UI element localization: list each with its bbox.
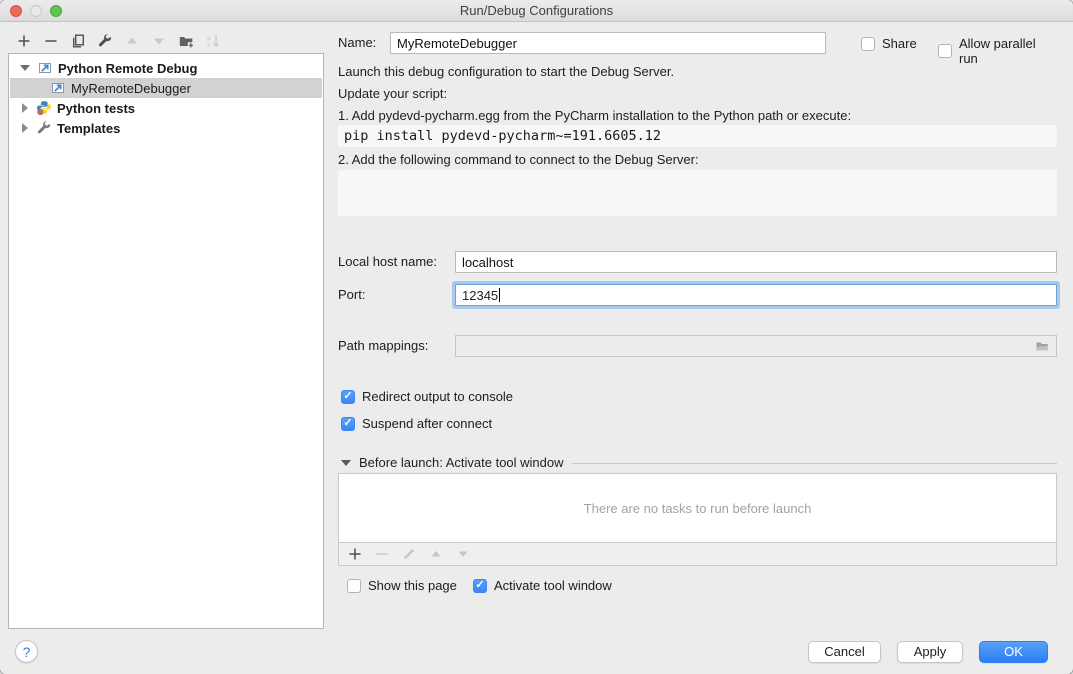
python-tests-icon — [36, 100, 52, 116]
path-mappings-input[interactable] — [455, 335, 1057, 357]
remote-debug-icon — [37, 60, 53, 76]
apply-button[interactable]: Apply — [897, 641, 963, 663]
activate-tool-window-checkbox[interactable] — [473, 579, 487, 593]
allow-parallel-checkbox-group[interactable]: Allow parallel run — [938, 36, 1057, 66]
name-label: Name: — [338, 32, 376, 54]
before-launch-header[interactable]: Before launch: Activate tool window — [341, 455, 1057, 470]
pencil-icon — [401, 546, 417, 562]
suspend-after-connect-checkbox-group[interactable]: Suspend after connect — [341, 416, 492, 431]
tree-item-python-remote-debug[interactable]: Python Remote Debug — [10, 58, 322, 78]
arrow-down-icon — [455, 546, 471, 562]
chevron-down-icon[interactable] — [341, 460, 351, 466]
zoom-window-button[interactable] — [50, 5, 62, 17]
port-input[interactable]: 12345 — [455, 284, 1057, 306]
arrow-up-icon — [124, 33, 140, 49]
move-up-button — [124, 33, 140, 49]
section-divider — [572, 463, 1057, 464]
port-value: 12345 — [462, 288, 498, 303]
new-folder-button[interactable] — [178, 33, 194, 49]
configuration-form: Name: Share Allow parallel run Launch th… — [338, 0, 1057, 674]
arrow-up-icon — [428, 546, 444, 562]
share-checkbox-group[interactable]: Share — [861, 36, 917, 51]
wrench-icon — [36, 120, 52, 136]
remove-task-button — [374, 546, 390, 562]
instruction-step-1: 1. Add pydevd-pycharm.egg from the PyCha… — [338, 107, 851, 124]
text-caret — [499, 288, 500, 302]
edit-task-button — [401, 546, 417, 562]
help-question-mark: ? — [23, 644, 31, 660]
instruction-line-1: Launch this debug configuration to start… — [338, 63, 674, 80]
folder-plus-icon — [178, 33, 194, 49]
tree-item-label: Templates — [57, 121, 120, 136]
plus-icon — [16, 33, 32, 49]
remote-debug-icon — [50, 80, 66, 96]
tree-item-myremotedebugger[interactable]: MyRemoteDebugger — [10, 78, 322, 98]
chevron-down-icon[interactable] — [20, 65, 30, 71]
activate-tool-window-checkbox-group[interactable]: Activate tool window — [473, 578, 612, 593]
path-mappings-label: Path mappings: — [338, 335, 428, 357]
instruction-line-2: Update your script: — [338, 85, 447, 102]
add-configuration-button[interactable] — [16, 33, 32, 49]
share-checkbox-label[interactable]: Share — [882, 36, 917, 51]
browse-folder-icon[interactable] — [1034, 338, 1050, 354]
minus-icon — [43, 33, 59, 49]
show-this-page-label[interactable]: Show this page — [368, 578, 457, 593]
activate-tool-window-label[interactable]: Activate tool window — [494, 578, 612, 593]
copy-configuration-button[interactable] — [70, 33, 86, 49]
copy-icon — [70, 33, 86, 49]
svg-text:a: a — [207, 35, 211, 42]
tree-item-label: MyRemoteDebugger — [71, 81, 191, 96]
minus-icon — [374, 546, 390, 562]
move-down-button — [151, 33, 167, 49]
redirect-output-checkbox[interactable] — [341, 390, 355, 404]
arrow-down-icon — [151, 33, 167, 49]
minimize-window-button[interactable] — [30, 5, 42, 17]
cancel-button[interactable]: Cancel — [808, 641, 881, 663]
tree-item-label: Python Remote Debug — [58, 61, 197, 76]
settrace-code-line-1: import pydevd_pycharm — [344, 214, 1051, 216]
suspend-after-connect-checkbox[interactable] — [341, 417, 355, 431]
sort-az-icon: a z — [205, 33, 221, 49]
add-task-button[interactable] — [347, 546, 363, 562]
allow-parallel-run-label[interactable]: Allow parallel run — [959, 36, 1057, 66]
pip-install-code: pip install pydevd-pycharm~=191.6605.12 — [338, 125, 1057, 147]
move-task-down-button — [455, 546, 471, 562]
redirect-output-checkbox-group[interactable]: Redirect output to console — [341, 389, 513, 404]
before-launch-title: Before launch: Activate tool window — [359, 455, 564, 470]
remove-configuration-button[interactable] — [43, 33, 59, 49]
name-input[interactable] — [390, 32, 826, 54]
tasks-empty-message: There are no tasks to run before launch — [339, 474, 1056, 543]
local-host-name-input[interactable] — [455, 251, 1057, 273]
redirect-output-label[interactable]: Redirect output to console — [362, 389, 513, 404]
tree-item-label: Python tests — [57, 101, 135, 116]
local-host-name-label: Local host name: — [338, 251, 437, 273]
ok-button[interactable]: OK — [979, 641, 1048, 663]
configurations-tree: Python Remote Debug MyRemoteDebugger — [8, 53, 324, 629]
port-label: Port: — [338, 284, 365, 306]
configurations-toolbar: a z — [16, 33, 221, 49]
wrench-icon — [97, 33, 113, 49]
sort-configurations-button: a z — [205, 33, 221, 49]
help-button[interactable]: ? — [15, 640, 38, 663]
plus-icon — [347, 546, 363, 562]
run-debug-configurations-dialog: Run/Debug Configurations — [0, 0, 1073, 674]
tree-item-python-tests[interactable]: Python tests — [10, 98, 322, 118]
edit-templates-button[interactable] — [97, 33, 113, 49]
chevron-right-icon[interactable] — [22, 123, 28, 133]
chevron-right-icon[interactable] — [22, 103, 28, 113]
settrace-code: import pydevd_pycharm pydevd_pycharm.set… — [338, 170, 1057, 216]
instruction-step-2: 2. Add the following command to connect … — [338, 151, 699, 168]
close-window-button[interactable] — [10, 5, 22, 17]
show-this-page-checkbox[interactable] — [347, 579, 361, 593]
show-this-page-checkbox-group[interactable]: Show this page — [347, 578, 457, 593]
allow-parallel-run-checkbox[interactable] — [938, 44, 952, 58]
move-task-up-button — [428, 546, 444, 562]
suspend-after-connect-label[interactable]: Suspend after connect — [362, 416, 492, 431]
tree-item-templates[interactable]: Templates — [10, 118, 322, 138]
share-checkbox[interactable] — [861, 37, 875, 51]
before-launch-tasks-panel: There are no tasks to run before launch — [338, 473, 1057, 566]
svg-text:z: z — [207, 42, 210, 49]
tasks-toolbar — [339, 543, 1056, 565]
